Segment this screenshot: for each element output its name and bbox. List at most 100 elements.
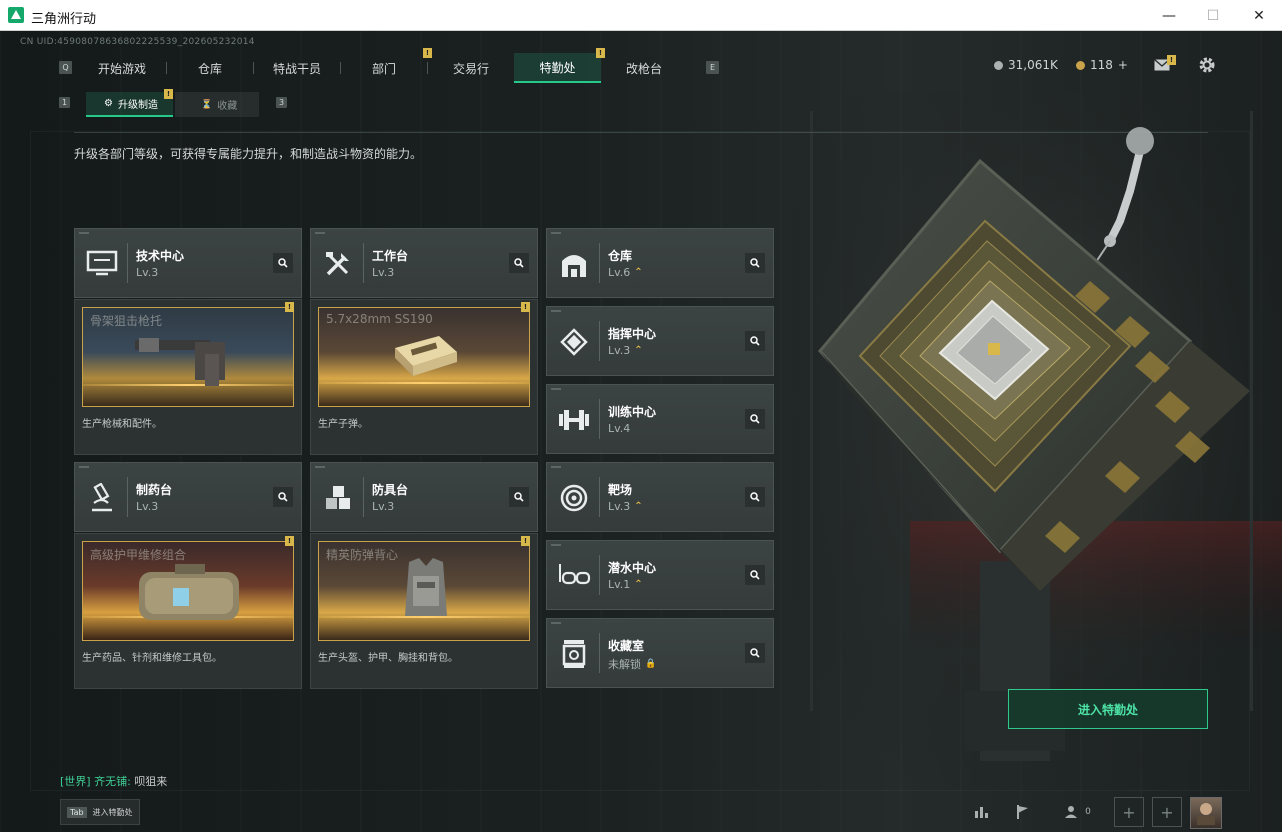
- production-card-tech[interactable]: 骨架狙击枪托 ! 生产枪械和配件。: [74, 299, 302, 455]
- tab-special-ops[interactable]: 特勤处: [514, 53, 601, 83]
- settings-gear-icon[interactable]: [1198, 56, 1216, 74]
- inspect-search-icon[interactable]: [273, 487, 293, 507]
- dept-card-collection-room[interactable]: 收藏室 未解锁 🔒: [546, 618, 774, 688]
- tab-shortcut-hint[interactable]: Tab 进入特勤处: [60, 799, 140, 825]
- inspect-search-icon[interactable]: [745, 565, 765, 585]
- dept-level-value: Lv.3: [372, 500, 395, 513]
- production-card-armor[interactable]: 精英防弹背心 ! 生产头盔、护甲、胸挂和背包。: [310, 533, 538, 689]
- enter-special-ops-button[interactable]: 进入特勤处: [1008, 689, 1208, 729]
- lock-icon: 🔒: [645, 659, 657, 669]
- tab-departments[interactable]: 部门: [341, 53, 427, 83]
- dept-card-training[interactable]: 训练中心 Lv.4: [546, 384, 774, 454]
- subnav-prev-hint: 1: [59, 97, 70, 108]
- stats-chart-icon[interactable]: [967, 797, 997, 827]
- card-corner-mark: [79, 466, 89, 468]
- tab-gunsmith[interactable]: 改枪台: [601, 53, 687, 83]
- production-description: 生产枪械和配件。: [82, 419, 162, 430]
- currency-tokens[interactable]: 118 +: [1076, 58, 1128, 72]
- card-divider: [599, 555, 600, 595]
- production-item-name: 高级护甲维修组合: [90, 548, 187, 562]
- tab-key: Tab: [67, 806, 87, 818]
- production-item-name: 骨架狙击枪托: [90, 314, 163, 328]
- tab-market[interactable]: 交易行: [428, 53, 514, 83]
- production-description: 生产子弹。: [318, 419, 368, 430]
- maximize-button[interactable]: ☐: [1190, 0, 1236, 31]
- safe-icon: [556, 636, 592, 672]
- inspect-search-icon[interactable]: [745, 331, 765, 351]
- card-divider: [127, 243, 128, 283]
- inspect-search-icon[interactable]: [509, 253, 529, 273]
- dept-level-value: 未解锁: [608, 658, 641, 671]
- dept-card-range[interactable]: 靶场 Lv.3 ⌃: [546, 462, 774, 532]
- diving-goggles-icon: [556, 558, 592, 594]
- dept-level: Lv.3: [372, 500, 394, 513]
- rifle-stock-image: [135, 338, 225, 386]
- dept-name: 防具台: [372, 483, 409, 497]
- monitor-icon: [84, 246, 120, 282]
- inspect-search-icon[interactable]: [745, 253, 765, 273]
- dept-name: 靶场: [608, 483, 633, 497]
- dept-level: Lv.3: [136, 266, 158, 279]
- tab-special-ops-label: 特勤处: [539, 60, 576, 75]
- friends-button[interactable]: 0: [1058, 797, 1098, 827]
- invite-slot-plus-icon[interactable]: +: [1152, 797, 1182, 827]
- header-divider: [74, 132, 1208, 133]
- inspect-search-icon[interactable]: [273, 253, 293, 273]
- tab-operators[interactable]: 特战干员: [254, 53, 340, 83]
- dept-name: 技术中心: [136, 249, 185, 263]
- subnav-tab-upgrade[interactable]: ⚙ 升级制造: [86, 92, 173, 117]
- preview-horizon: [319, 382, 529, 384]
- card-corner-mark: [79, 232, 89, 234]
- card-corner-mark: [551, 310, 561, 312]
- dept-card-armor-bench[interactable]: 防具台 Lv.3: [310, 462, 538, 532]
- dept-name: 指挥中心: [608, 327, 657, 341]
- minimize-button[interactable]: —: [1146, 0, 1192, 31]
- production-card-workbench[interactable]: 5.7x28mm SS190 ! 生产子弹。: [310, 299, 538, 455]
- friends-count: 0: [1085, 807, 1091, 817]
- dept-level-value: Lv.3: [136, 266, 159, 279]
- chip-icon: [556, 324, 592, 360]
- inspect-search-icon[interactable]: [745, 409, 765, 429]
- card-corner-mark: [551, 466, 561, 468]
- dumbbell-icon: [556, 402, 592, 438]
- target-icon: [556, 480, 592, 516]
- dept-card-workbench[interactable]: 工作台 Lv.3: [310, 228, 538, 298]
- inspect-search-icon[interactable]: [745, 487, 765, 507]
- add-tokens-icon[interactable]: +: [1118, 58, 1128, 72]
- chat-text: 呗狙来: [134, 775, 168, 788]
- dept-card-command[interactable]: 指挥中心 Lv.3 ⌃: [546, 306, 774, 376]
- inspect-search-icon[interactable]: [745, 643, 765, 663]
- dept-card-tech-center[interactable]: 技术中心 Lv.3: [74, 228, 302, 298]
- chat-user: 齐无铺:: [94, 775, 131, 788]
- production-alert-badge: !: [521, 302, 530, 312]
- tab-start-game[interactable]: 开始游戏: [78, 53, 166, 83]
- dept-level-value: Lv.3: [136, 500, 159, 513]
- chat-channel: [世界]: [60, 775, 91, 788]
- upgrade-alert-badge: !: [164, 89, 173, 99]
- special-ops-alert-badge: !: [596, 48, 605, 58]
- subnav-collection-label: 收藏: [217, 101, 238, 112]
- close-button[interactable]: ✕: [1236, 0, 1282, 31]
- tab-warehouse[interactable]: 仓库: [167, 53, 253, 83]
- tokens-value: 118: [1090, 58, 1113, 72]
- dept-level-value: Lv.1: [608, 578, 631, 591]
- dept-name: 制药台: [136, 483, 173, 497]
- card-divider: [599, 243, 600, 283]
- invite-slot-plus-icon[interactable]: +: [1114, 797, 1144, 827]
- player-avatar[interactable]: [1190, 797, 1222, 829]
- flag-icon[interactable]: [1008, 797, 1038, 827]
- dept-card-pharmacy[interactable]: 制药台 Lv.3: [74, 462, 302, 532]
- dept-level-value: Lv.3: [608, 500, 631, 513]
- subnav-tab-collection[interactable]: ⏳ 收藏: [175, 92, 259, 117]
- production-alert-badge: !: [285, 302, 294, 312]
- game-viewport: CN UID:4590807863680222553​9_20260523201…: [0, 31, 1282, 832]
- production-description: 生产头盔、护甲、胸挂和背包。: [318, 653, 458, 664]
- world-chat-message[interactable]: [世界] 齐无铺: 呗狙来: [60, 773, 167, 789]
- dept-card-diving[interactable]: 潜水中心 Lv.1 ⌃: [546, 540, 774, 610]
- dept-name: 训练中心: [608, 405, 657, 419]
- card-corner-mark: [551, 388, 561, 390]
- inspect-search-icon[interactable]: [509, 487, 529, 507]
- dept-card-warehouse[interactable]: 仓库 Lv.6 ⌃: [546, 228, 774, 298]
- production-alert-badge: !: [285, 536, 294, 546]
- production-card-pharmacy[interactable]: 高级护甲维修组合 ! 生产药品、针剂和维修工具包。: [74, 533, 302, 689]
